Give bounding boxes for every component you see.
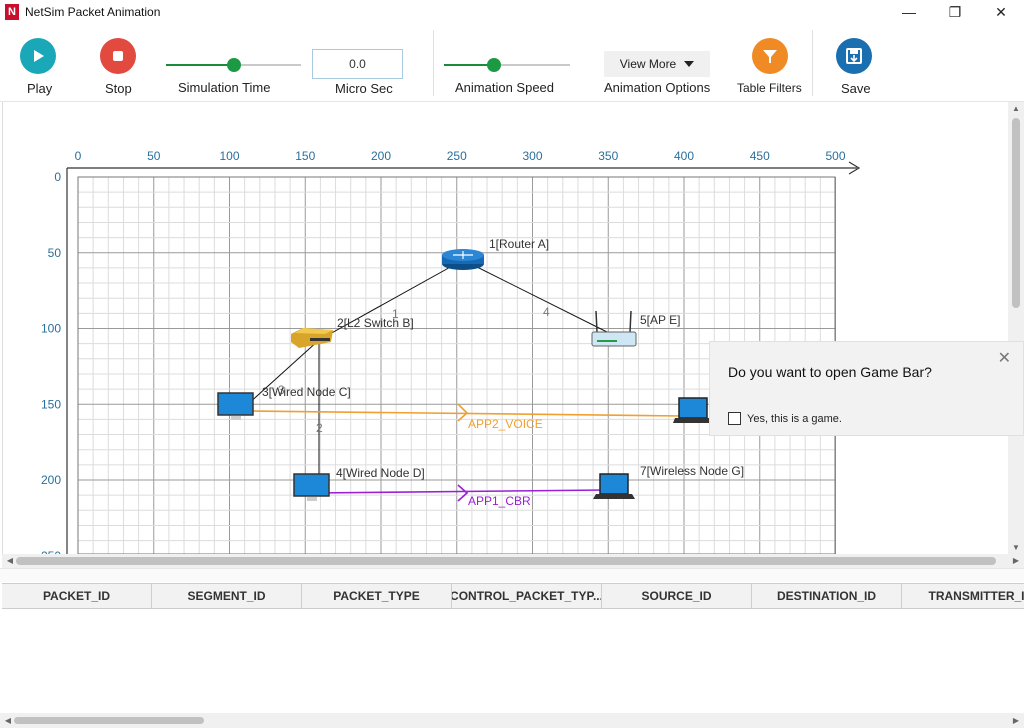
column-header[interactable]: PACKET_ID — [2, 584, 152, 608]
minimize-button[interactable]: — — [886, 0, 932, 24]
scrollbar-thumb[interactable] — [14, 717, 204, 724]
router-icon[interactable] — [442, 249, 484, 270]
links: 1 4 3 2 — [246, 259, 616, 480]
x-tick-label: 300 — [522, 149, 542, 163]
x-tick-label: 50 — [147, 149, 161, 163]
x-tick-label: 250 — [447, 149, 467, 163]
switch-icon[interactable] — [291, 328, 333, 348]
desktop-icon[interactable] — [293, 473, 330, 501]
desktop-icon[interactable] — [217, 392, 254, 420]
view-more-label: View More — [619, 57, 677, 71]
link-label: 4 — [543, 305, 550, 319]
link-label: 2 — [316, 421, 323, 435]
node-label-switch-b: 2[L2 Switch B] — [337, 316, 414, 330]
animation-speed-label: Animation Speed — [455, 80, 555, 95]
node-label-wired-node-d: 4[Wired Node D] — [336, 466, 425, 480]
view-more-dropdown[interactable]: View More — [604, 51, 710, 77]
simulation-time-slider[interactable] — [166, 58, 301, 72]
y-tick-label: 100 — [41, 322, 61, 336]
is-game-checkbox-label[interactable]: Yes, this is a game. — [747, 413, 842, 425]
column-header[interactable]: SOURCE_ID — [602, 584, 752, 608]
scroll-down-icon[interactable]: ▼ — [1008, 543, 1024, 552]
animation-speed-thumb[interactable] — [487, 58, 501, 72]
scrollbar-thumb[interactable] — [16, 557, 996, 565]
maximize-button[interactable]: ❐ — [932, 0, 978, 24]
netsim-logo-icon: N — [5, 4, 19, 20]
toolbar-divider — [812, 30, 813, 96]
save-label: Save — [841, 81, 871, 96]
scroll-right-icon[interactable]: ▶ — [1008, 716, 1024, 725]
splitter[interactable] — [0, 568, 1024, 582]
chevron-down-icon — [684, 61, 695, 67]
window-controls: — ❐ ✕ — [886, 0, 1024, 24]
x-tick-label: 500 — [825, 149, 845, 163]
y-axis-ticks: 050100150200250 — [41, 170, 61, 554]
flow-label: APP2_VOICE — [468, 417, 543, 431]
x-tick-label: 200 — [371, 149, 391, 163]
flow-app1-cbr: APP1_CBR — [312, 484, 607, 508]
game-bar-question: Do you want to open Game Bar? — [728, 364, 932, 380]
scroll-up-icon[interactable]: ▲ — [1008, 104, 1024, 113]
game-bar-prompt: Do you want to open Game Bar? ✕ Yes, thi… — [709, 341, 1024, 436]
network-diagram: 0 50 100 150 200 250 300 350 400 450 500 0 50 100 150… — [41, 149, 861, 554]
simulation-time-fill — [166, 64, 234, 66]
animation-options-label: Animation Options — [604, 80, 711, 95]
play-label: Play — [27, 81, 53, 96]
x-tick-label: 350 — [598, 149, 618, 163]
micro-sec-label: Micro Sec — [335, 81, 393, 96]
stop-icon — [100, 38, 136, 74]
y-tick-label: 200 — [41, 473, 61, 487]
y-tick-label: 50 — [48, 246, 62, 260]
canvas-vertical-scrollbar[interactable]: ▲ ▼ — [1008, 102, 1024, 554]
column-header[interactable]: DESTINATION_ID — [752, 584, 902, 608]
window-title: NetSim Packet Animation — [25, 5, 161, 19]
toolbar: Play Stop Simulation Time 0.0 Micro Sec … — [0, 24, 1024, 102]
micro-sec-field[interactable]: 0.0 — [312, 49, 403, 79]
scrollbar-thumb[interactable] — [1012, 118, 1020, 308]
stop-label: Stop — [105, 81, 132, 96]
table-filters-label: Table Filters — [737, 81, 802, 95]
node-label-router-a: 1[Router A] — [489, 237, 549, 251]
x-tick-label: 0 — [75, 149, 82, 163]
table-horizontal-scrollbar[interactable]: ◀ ▶ — [0, 713, 1024, 728]
node-label-wireless-node-g: 7[Wireless Node G] — [640, 464, 744, 478]
laptop-icon[interactable] — [593, 473, 635, 499]
y-tick-label: 0 — [54, 170, 61, 184]
flow-label: APP1_CBR — [468, 494, 531, 508]
play-icon — [20, 38, 56, 74]
laptop-icon[interactable] — [673, 397, 711, 423]
x-tick-label: 150 — [295, 149, 315, 163]
close-window-button[interactable]: ✕ — [978, 0, 1024, 24]
x-tick-label: 100 — [219, 149, 239, 163]
is-game-checkbox[interactable] — [728, 412, 741, 425]
column-header[interactable]: TRANSMITTER_I — [902, 584, 1024, 608]
packet-table-body — [2, 609, 1024, 713]
animation-speed-slider[interactable] — [444, 58, 570, 72]
scroll-right-icon[interactable]: ▶ — [1008, 556, 1024, 565]
save-icon — [836, 38, 872, 74]
stop-button[interactable] — [98, 38, 138, 74]
filter-icon — [752, 38, 788, 74]
table-filters-button[interactable] — [750, 38, 790, 74]
column-header[interactable]: CONTROL_PACKET_TYP... — [452, 584, 602, 608]
title-bar: N NetSim Packet Animation — ❐ ✕ — [0, 0, 1024, 24]
network-canvas[interactable]: 0 50 100 150 200 250 300 350 400 450 500 0 50 100 150… — [2, 102, 1008, 554]
packet-table-header: PACKET_ID SEGMENT_ID PACKET_TYPE CONTROL… — [2, 583, 1024, 609]
toolbar-divider — [433, 30, 434, 96]
column-header[interactable]: SEGMENT_ID — [152, 584, 302, 608]
close-icon[interactable]: ✕ — [998, 348, 1011, 368]
play-button[interactable] — [18, 38, 58, 74]
save-button[interactable] — [834, 38, 874, 74]
x-axis-ticks: 0 50 100 150 200 250 300 350 400 450 500 — [75, 149, 846, 163]
x-tick-label: 400 — [674, 149, 694, 163]
node-label-ap-e: 5[AP E] — [640, 313, 680, 327]
column-header[interactable]: PACKET_TYPE — [302, 584, 452, 608]
node-label-wired-node-c: 3[Wired Node C] — [262, 385, 351, 399]
simulation-time-thumb[interactable] — [227, 58, 241, 72]
simulation-time-label: Simulation Time — [178, 80, 271, 95]
y-tick-label: 150 — [41, 397, 61, 411]
x-tick-label: 450 — [750, 149, 770, 163]
canvas-horizontal-scrollbar[interactable]: ◀ ▶ — [2, 554, 1024, 568]
